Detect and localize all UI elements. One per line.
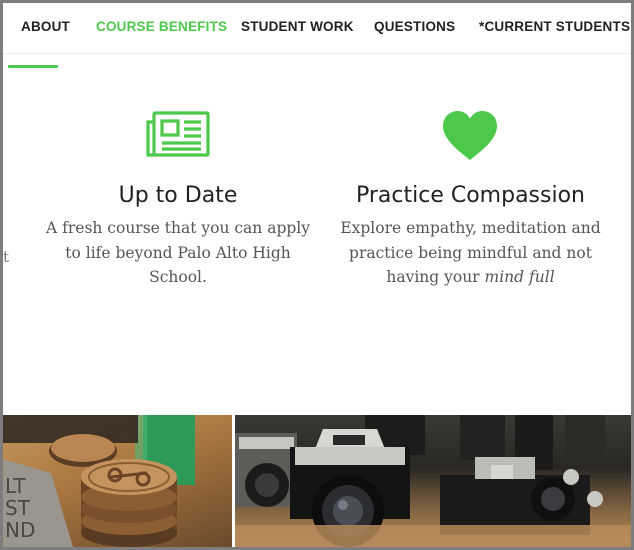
nav-current-students[interactable]: *CURRENT STUDENTS: [479, 19, 630, 34]
cut-off-text: t: [3, 248, 10, 266]
cameras-photo: [235, 415, 631, 547]
nav-student-work[interactable]: STUDENT WORK: [241, 19, 354, 34]
page-frame: ABOUT COURSE BENEFITS STUDENT WORK QUEST…: [3, 3, 631, 547]
nav-questions[interactable]: QUESTIONS: [374, 19, 455, 34]
nav-course-benefits[interactable]: COURSE BENEFITS: [96, 19, 227, 34]
feature-practice-compassion: Practice Compassion Explore empathy, med…: [333, 183, 608, 290]
feature-description: A fresh course that you can apply to lif…: [46, 219, 310, 286]
feature-description-emphasis: mind full: [484, 268, 555, 286]
coasters-photo: LT ST ND: [3, 415, 232, 547]
feature-description-text: Explore empathy, meditation and practice…: [340, 219, 601, 286]
heart-icon: [443, 111, 497, 160]
active-tab-indicator: [8, 65, 58, 68]
nav-about[interactable]: ABOUT: [21, 19, 70, 34]
newspaper-icon: [146, 111, 210, 157]
feature-description: Explore empathy, meditation and practice…: [333, 216, 608, 290]
svg-text:LT: LT: [5, 474, 26, 498]
photo-strip: LT ST ND: [3, 415, 631, 547]
feature-title: Up to Date: [118, 183, 238, 208]
svg-text:ST: ST: [5, 496, 31, 520]
feature-title: Practice Compassion: [355, 183, 585, 208]
feature-up-to-date: Up to Date A fresh course that you can a…: [43, 183, 313, 290]
svg-text:ND: ND: [5, 518, 35, 542]
top-navigation: ABOUT COURSE BENEFITS STUDENT WORK QUEST…: [3, 3, 631, 54]
